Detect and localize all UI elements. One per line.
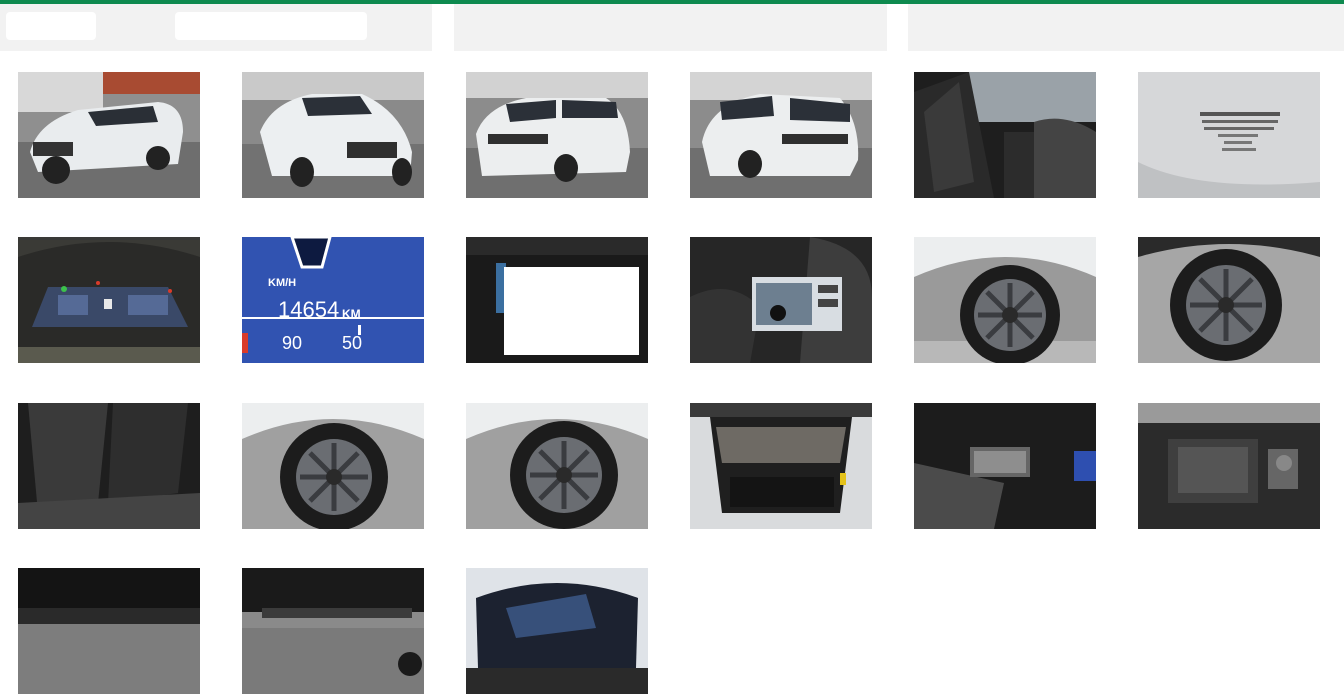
mileage-unit-label: KM [342, 307, 361, 321]
odometer-photo[interactable]: KM/H 14654 KM 90 50 [242, 237, 424, 363]
header-panel-middle [454, 4, 887, 51]
photo-thumbnail[interactable] [690, 403, 872, 529]
speed-limit-right: 50 [342, 333, 363, 353]
photo-thumbnail[interactable] [242, 72, 424, 198]
photo-thumbnail[interactable] [1138, 72, 1320, 198]
photo-thumbnail[interactable] [242, 568, 424, 694]
photo-thumbnail[interactable] [18, 403, 200, 529]
photo-thumbnail[interactable] [466, 568, 648, 694]
photo-thumbnail[interactable] [18, 568, 200, 694]
privacy-cover [504, 267, 639, 355]
photo-thumbnail[interactable] [242, 403, 424, 529]
photo-thumbnail[interactable] [1138, 237, 1320, 363]
header-field[interactable] [175, 12, 367, 40]
photo-thumbnail[interactable] [690, 72, 872, 198]
speed-limit-left: 90 [282, 333, 303, 353]
photo-thumbnail[interactable] [914, 237, 1096, 363]
photo-thumbnail[interactable] [1138, 403, 1320, 529]
photo-thumbnail[interactable] [914, 72, 1096, 198]
photo-thumbnail[interactable] [466, 72, 648, 198]
photo-thumbnail[interactable] [18, 72, 200, 198]
header-panel-right [908, 4, 1344, 51]
mileage-value: 14654 [278, 297, 340, 322]
header-panel-left [0, 4, 432, 51]
photo-thumbnail[interactable] [914, 403, 1096, 529]
header-button[interactable] [6, 12, 96, 40]
photo-thumbnail[interactable] [466, 237, 648, 363]
speed-unit-label: KM/H [268, 277, 297, 289]
photo-thumbnail[interactable] [18, 237, 200, 363]
photo-thumbnail[interactable] [690, 237, 872, 363]
photo-thumbnail[interactable] [466, 403, 648, 529]
